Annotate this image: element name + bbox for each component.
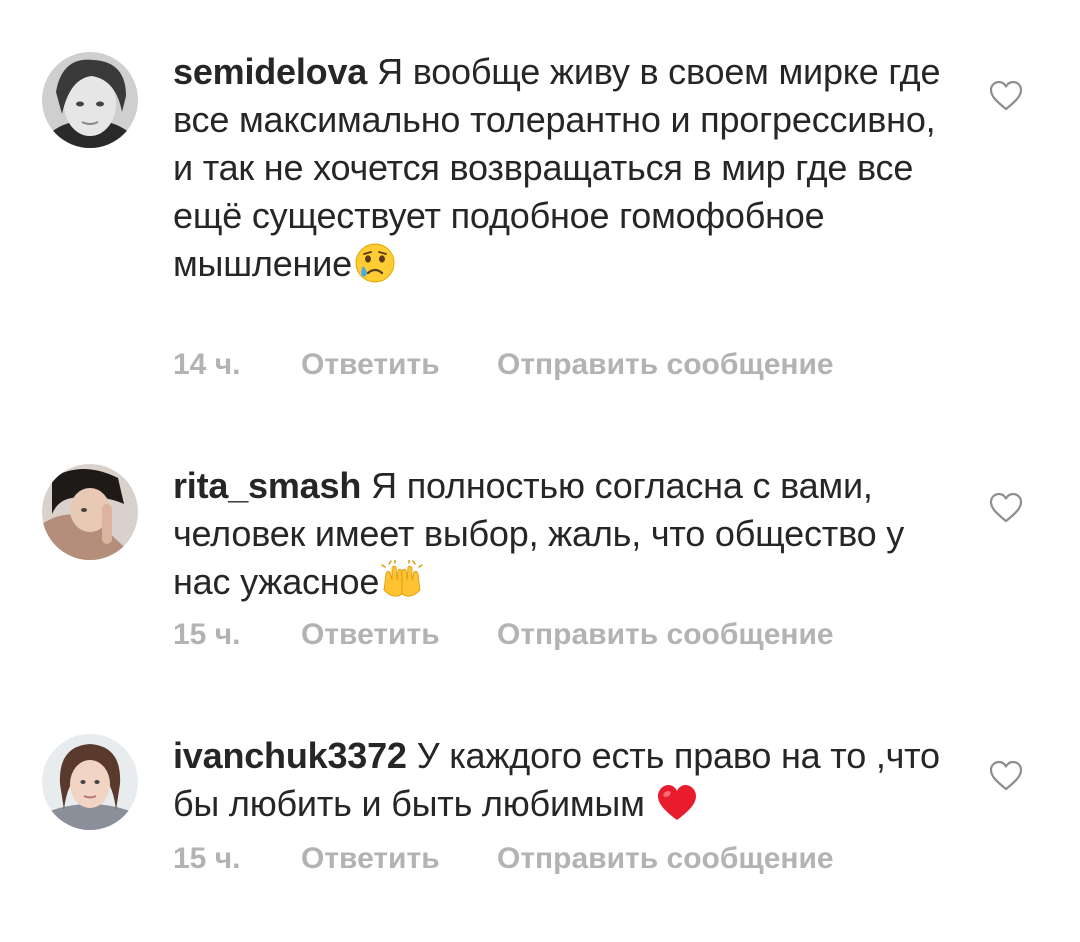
send-message-button[interactable]: Отправить сообщение	[497, 842, 834, 876]
comment-time: 15 ч.	[173, 842, 241, 875]
reply-button[interactable]: Ответить	[301, 348, 497, 382]
comment-username[interactable]: rita_smash	[173, 465, 361, 506]
like-heart-icon[interactable]	[988, 490, 1024, 526]
like-heart-icon[interactable]	[988, 78, 1024, 114]
comment-time: 14 ч.	[173, 348, 241, 381]
send-message-button[interactable]: Отправить сообщение	[497, 618, 834, 652]
comment-meta: 15 ч. Ответить Отправить сообщение	[173, 842, 834, 876]
like-heart-icon[interactable]	[988, 758, 1024, 794]
comment-username[interactable]: ivanchuk3372	[173, 735, 407, 776]
comment-username[interactable]: semidelova	[173, 51, 367, 92]
avatar[interactable]	[42, 734, 138, 830]
raising-hands-icon	[381, 560, 423, 602]
send-message-button[interactable]: Отправить сообщение	[497, 348, 834, 382]
avatar[interactable]	[42, 464, 138, 560]
comment-text: rita_smash Я полностью согласна с вами, ч…	[173, 462, 943, 606]
avatar[interactable]	[42, 52, 138, 148]
comment-text: ivanchuk3372 У каждого есть право на то ,…	[173, 732, 943, 828]
comment-time: 15 ч.	[173, 618, 241, 651]
crying-face-icon	[354, 242, 396, 284]
reply-button[interactable]: Ответить	[301, 618, 497, 652]
comment-text: semidelova Я вообще живу в своем мирке гд…	[173, 48, 943, 288]
red-heart-icon	[656, 782, 698, 824]
comment-meta: 14 ч. Ответить Отправить сообщение	[173, 348, 834, 382]
reply-button[interactable]: Ответить	[301, 842, 497, 876]
comment-meta: 15 ч. Ответить Отправить сообщение	[173, 618, 834, 652]
